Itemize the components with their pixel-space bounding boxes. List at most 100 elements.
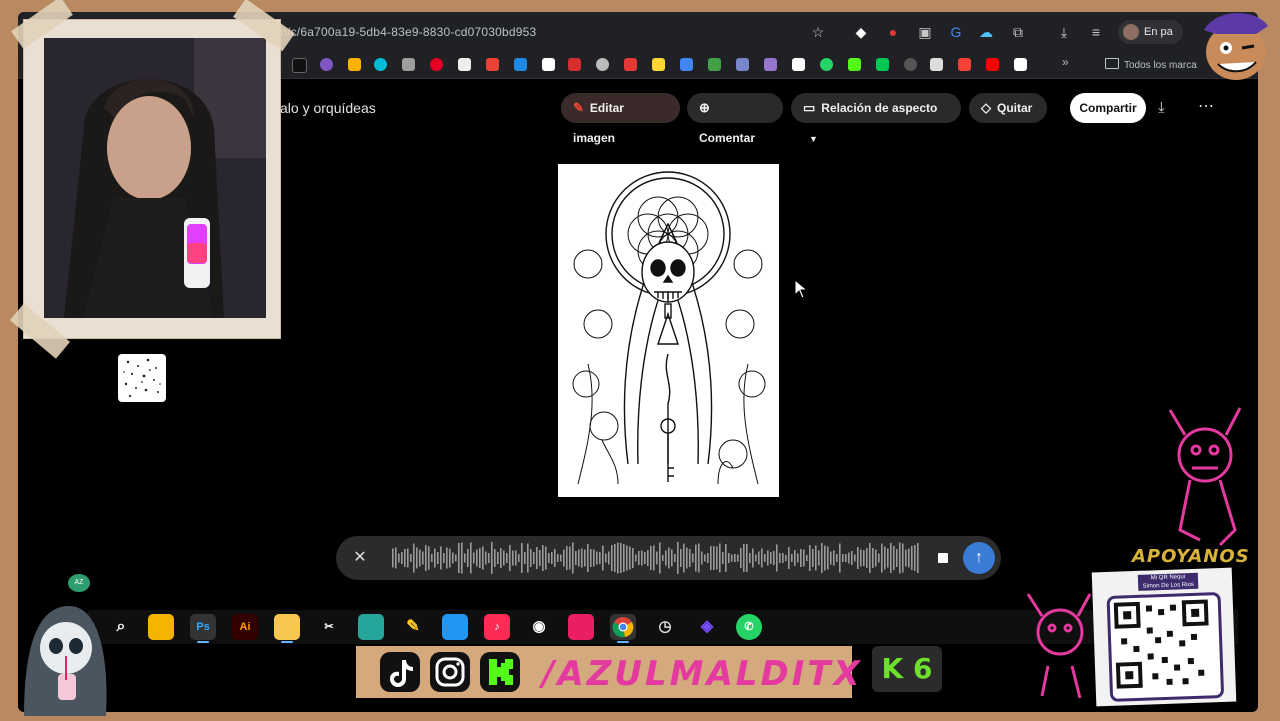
generated-image[interactable] (558, 164, 779, 497)
media-control-icon[interactable]: ≡ (1086, 22, 1106, 42)
app-pink-icon[interactable] (568, 614, 594, 640)
waveform-bar (587, 544, 589, 572)
bookmark-translate-icon[interactable] (680, 58, 693, 71)
send-button[interactable]: ↑ (963, 542, 995, 574)
waveform-bar (845, 554, 847, 562)
spreadsheet-icon[interactable] (358, 614, 384, 640)
waveform-bar (698, 543, 700, 573)
waveform-bar (902, 543, 904, 573)
download-icon[interactable]: ⤓ (1054, 22, 1074, 42)
bookmark-swirl-icon[interactable] (736, 58, 749, 71)
app-purple-icon[interactable]: ◈ (694, 614, 720, 640)
image-thumbnail[interactable] (118, 354, 166, 402)
waveform-bar (467, 549, 469, 567)
bookmark-kick-icon[interactable] (848, 58, 861, 71)
bookmarks-overflow-icon[interactable]: » (1062, 55, 1075, 69)
bookmark-d-icon[interactable] (708, 58, 721, 71)
aspect-ratio-icon: ▭ (803, 100, 816, 115)
bookmark-tiktok-icon[interactable] (292, 58, 307, 73)
waveform-bar (671, 549, 673, 567)
share-button[interactable]: Compartir (1070, 93, 1146, 123)
paint-palette-icon[interactable]: ✎ (400, 614, 426, 640)
bookmark-gemini-icon[interactable] (348, 58, 361, 71)
comment-button[interactable]: ⊕ Comentar (687, 93, 783, 145)
remove-button[interactable]: ◇ Quitar (969, 93, 1047, 123)
waveform-bar (800, 549, 802, 567)
waveform-bar (593, 549, 595, 567)
extension-cloud-icon[interactable]: ☁ (976, 22, 996, 42)
bookmark-image-icon[interactable] (652, 58, 665, 71)
aspect-ratio-dropdown[interactable]: ▭ Relación de aspecto ▼ (791, 93, 961, 144)
waveform-bar (602, 545, 604, 571)
bookmark-script-icon[interactable] (624, 58, 637, 71)
bookmark-h-icon[interactable] (1014, 58, 1027, 71)
waveform-bar (584, 549, 586, 567)
illustrator-icon[interactable]: Ai (232, 614, 258, 640)
bookmarks-folder[interactable]: Todos los marca (1105, 58, 1197, 71)
bookmark-eye-icon[interactable] (792, 58, 805, 71)
waveform-bar (905, 549, 907, 567)
waveform-bar (515, 550, 517, 566)
kick-icon (480, 652, 520, 692)
waveform-bar (749, 553, 751, 563)
waveform-bar (872, 548, 874, 568)
capcut-icon[interactable]: ✂ (316, 614, 342, 640)
extension-diamond-icon[interactable]: ◆ (851, 22, 871, 42)
waveform-bar (665, 550, 667, 566)
bookmark-facebook-icon[interactable] (542, 58, 555, 71)
waveform-bar (911, 546, 913, 570)
bookmark-anchor-icon[interactable] (930, 58, 943, 71)
photoshop-icon[interactable]: Ps (190, 614, 216, 643)
edit-image-button[interactable]: ✎ Editar imagen (561, 93, 680, 145)
waveform-bar (716, 546, 718, 570)
avatar-badge: AZ (68, 574, 90, 592)
profile-button[interactable]: En pa (1118, 20, 1183, 44)
extension-red-icon[interactable]: ● (883, 22, 903, 42)
waveform-bar (623, 544, 625, 572)
url-text[interactable]: om/c/6a700a19-5db4-83e9-8830-cd07030bd95… (270, 25, 536, 39)
download-image-icon[interactable]: ⤓ (1158, 99, 1165, 116)
bookmark-feather-icon[interactable] (764, 58, 777, 71)
bookmark-purple-icon[interactable] (320, 58, 333, 71)
waveform-bar (710, 546, 712, 570)
clock-icon[interactable]: ◷ (652, 614, 678, 640)
bookmark-x-green-icon[interactable] (876, 58, 889, 71)
whatsapp-icon[interactable]: ✆ (736, 614, 762, 640)
tiktok-live-icon[interactable]: ♪ (484, 614, 510, 640)
waveform-bar (896, 549, 898, 567)
waveform-bar (821, 543, 823, 573)
bookmark-whatsapp-icon[interactable] (820, 58, 833, 71)
waveform-bar (491, 542, 493, 574)
file-explorer-icon[interactable] (274, 614, 300, 643)
translate-icon[interactable]: G (946, 22, 966, 42)
chrome-icon[interactable] (610, 614, 636, 643)
bookmark-pinterest-icon[interactable] (430, 58, 443, 71)
stop-recording-button[interactable] (933, 548, 953, 568)
bookmark-gear-icon[interactable] (402, 58, 415, 71)
waveform-bar (563, 549, 565, 567)
chrome-canary-icon[interactable] (148, 614, 174, 640)
bookmark-globe-icon[interactable] (596, 58, 609, 71)
bookmark-canva-icon[interactable] (374, 58, 387, 71)
waveform-bar (437, 552, 439, 564)
waveform-bar (833, 550, 835, 566)
waveform-bar (677, 542, 679, 574)
arrow-up-icon: ↑ (975, 549, 983, 566)
obs-icon[interactable]: ◉ (526, 614, 552, 640)
bookmark-cloud-icon[interactable] (904, 58, 917, 71)
star-icon[interactable]: ☆ (808, 22, 828, 42)
more-options-icon[interactable]: ⋯ (1198, 96, 1215, 116)
waveform-bar (650, 546, 652, 570)
waveform-bar (779, 553, 781, 563)
extension-media-icon[interactable]: ▣ (915, 22, 935, 42)
close-icon[interactable]: ✕ (348, 546, 372, 570)
bookmark-meta-icon[interactable] (514, 58, 527, 71)
bookmark-vivaldi-icon[interactable] (958, 58, 971, 71)
bookmark-github-icon[interactable] (458, 58, 471, 71)
profile-label: En pa (1144, 26, 1173, 38)
app-blue-icon[interactable] (442, 614, 468, 640)
bookmark-youtube-icon[interactable] (986, 58, 999, 71)
bookmark-gmail-icon[interactable] (486, 58, 499, 71)
bookmark-f-icon[interactable] (568, 58, 581, 71)
extensions-puzzle-icon[interactable]: ⧉ (1008, 22, 1028, 42)
